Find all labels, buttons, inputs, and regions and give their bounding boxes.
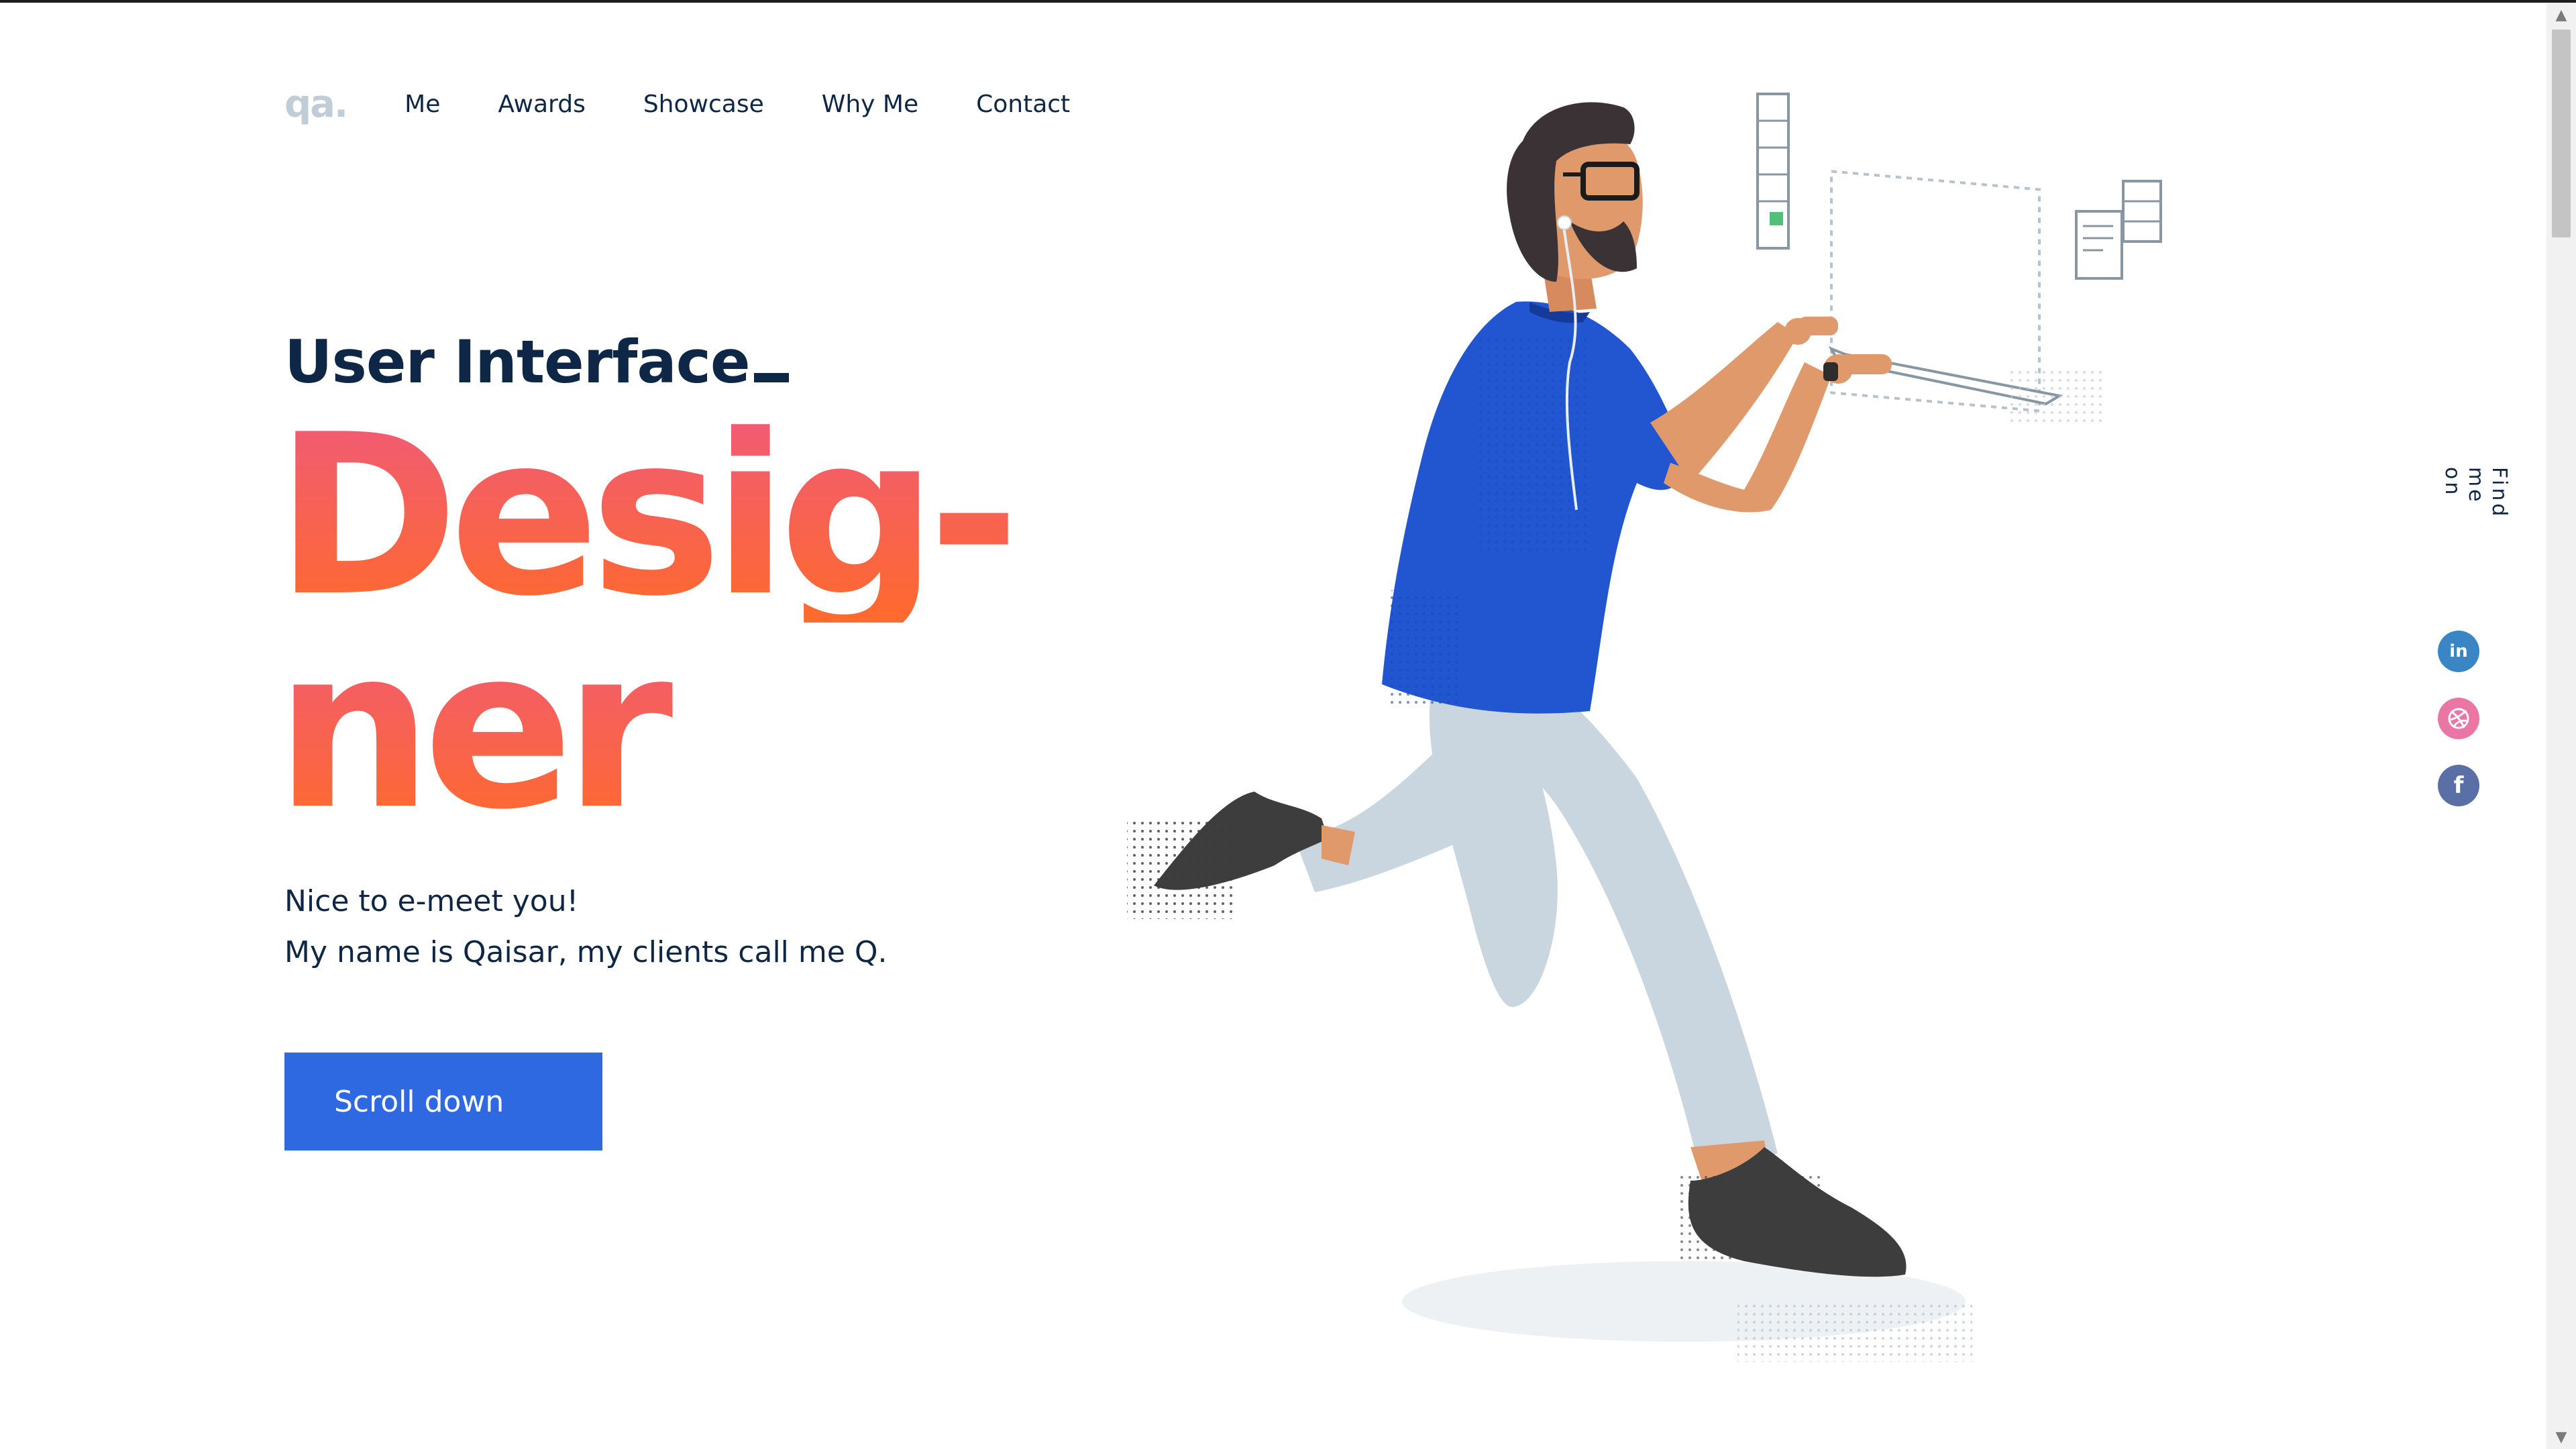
main-nav: qa. Me Awards Showcase Why Me Contact — [284, 79, 1128, 129]
nav-link-me[interactable]: Me — [405, 91, 440, 118]
find-me-label: Find me on — [2440, 467, 2511, 519]
hero-subtitle-text: User Interface — [284, 327, 751, 396]
hero-intro: Nice to e-meet you! My name is Qaisar, m… — [284, 884, 887, 986]
scroll-thumb[interactable] — [2552, 30, 2571, 237]
typing-cursor — [753, 373, 789, 382]
linkedin-glyph: in — [2449, 641, 2468, 661]
facebook-icon[interactable]: f — [2438, 765, 2479, 806]
logo[interactable]: qa. — [284, 83, 348, 126]
nav-link-contact[interactable]: Contact — [976, 91, 1070, 118]
scroll-down-icon[interactable]: ▼ — [2546, 1425, 2576, 1449]
nav-link-showcase[interactable]: Showcase — [643, 91, 764, 118]
dribbble-glyph — [2448, 708, 2469, 729]
dribbble-icon[interactable] — [2438, 698, 2479, 739]
window-top-border — [0, 0, 2576, 3]
hero-subtitle: User Interface — [284, 327, 789, 396]
man-running-while-typing-icon — [1127, 93, 2162, 1362]
intro-line-1: Nice to e-meet you! — [284, 884, 579, 918]
nav-link-why-me[interactable]: Why Me — [822, 91, 918, 118]
scroll-up-icon[interactable]: ▲ — [2546, 3, 2576, 27]
nav-link-awards[interactable]: Awards — [498, 91, 585, 118]
intro-line-2: My name is Qaisar, my clients call me Q. — [284, 935, 888, 969]
facebook-glyph: f — [2453, 772, 2464, 799]
scroll-down-button[interactable]: Scroll down — [284, 1053, 602, 1150]
hero-headline: Desig- ner — [275, 387, 1020, 840]
linkedin-icon[interactable]: in — [2438, 631, 2479, 672]
page-scrollbar[interactable]: ▲ ▼ — [2546, 3, 2576, 1449]
headline-line-1: Desig- — [275, 387, 1020, 645]
headline-line-2: ner — [275, 619, 1010, 840]
